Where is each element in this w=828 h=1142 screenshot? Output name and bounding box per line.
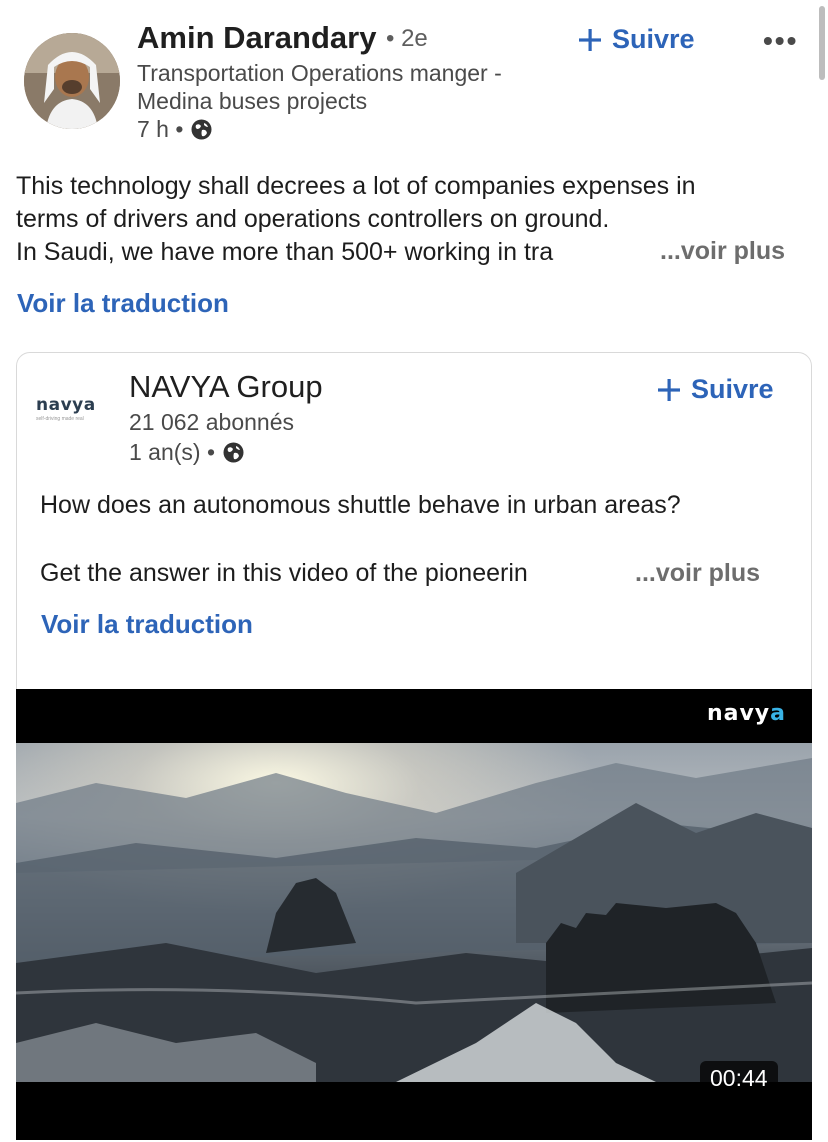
post-line: This technology shall decrees a lot of c… <box>16 172 696 200</box>
avatar-image <box>24 33 120 129</box>
connection-degree: • 2e <box>386 25 428 52</box>
company-name[interactable]: NAVYA Group <box>129 369 323 405</box>
video-duration: 00:44 <box>700 1061 778 1096</box>
plus-icon <box>657 378 681 402</box>
video-player[interactable]: navya 00:44 <box>16 689 812 1140</box>
post-meta: 7 h • <box>137 116 212 143</box>
see-more-link[interactable]: ...voir plus <box>660 237 785 266</box>
plus-icon <box>578 28 602 52</box>
follow-company-button[interactable]: Suivre <box>657 374 774 405</box>
post-line: terms of drivers and operations controll… <box>16 205 610 233</box>
globe-icon <box>191 119 212 140</box>
shared-see-more-link[interactable]: ...voir plus <box>635 559 760 588</box>
author-avatar[interactable] <box>24 33 120 129</box>
shared-post-time: 1 an(s) • <box>129 439 216 465</box>
author-name[interactable]: Amin Darandary <box>137 20 376 56</box>
video-thumbnail <box>16 743 812 1082</box>
video-watermark: navya <box>707 701 786 726</box>
shared-post-text: How does an autonomous shuttle behave in… <box>40 491 681 519</box>
linkedin-post: Amin Darandary • 2e Transportation Opera… <box>0 0 828 1142</box>
follow-author-button[interactable]: Suivre <box>578 24 695 55</box>
company-logo[interactable]: navya self-driving made real <box>36 395 112 435</box>
watermark-text: navy <box>706 701 771 726</box>
shared-translate-link[interactable]: Voir la traduction <box>41 609 253 640</box>
shared-post-meta: 1 an(s) • <box>129 439 244 466</box>
more-icon[interactable]: ••• <box>763 25 798 57</box>
follow-label: Suivre <box>612 24 695 54</box>
logo-tagline: self-driving made real <box>36 416 84 422</box>
follow-label: Suivre <box>691 374 774 404</box>
post-time: 7 h • <box>137 116 184 142</box>
logo-wordmark: navya <box>36 395 96 415</box>
follower-count: 21 062 abonnés <box>129 409 294 435</box>
landscape-image <box>16 758 812 1082</box>
scrollbar[interactable] <box>819 6 825 80</box>
watermark-accent: a <box>770 701 786 726</box>
author-headline: Transportation Operations manger - Medin… <box>137 60 502 114</box>
globe-icon <box>223 442 244 463</box>
translate-link[interactable]: Voir la traduction <box>17 288 229 319</box>
